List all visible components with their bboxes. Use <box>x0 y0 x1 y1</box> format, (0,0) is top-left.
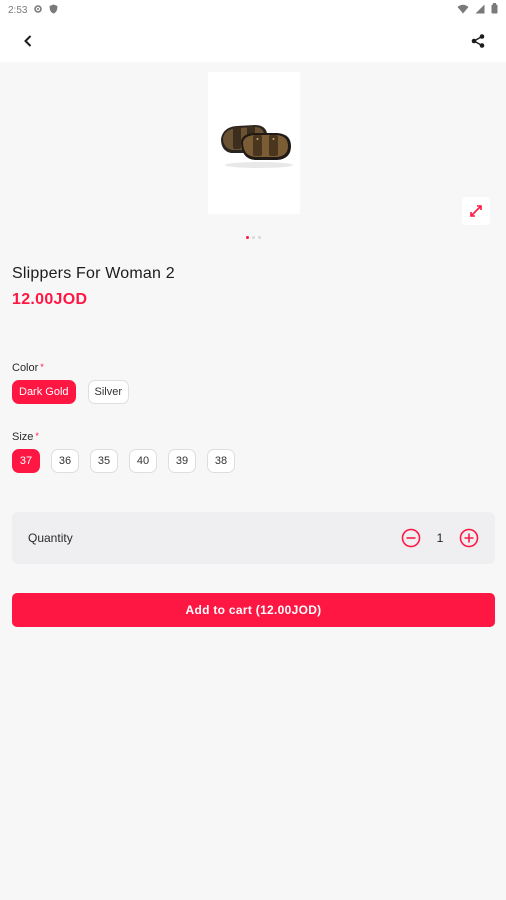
size-option-38[interactable]: 38 <box>207 449 235 473</box>
shield-status-icon <box>49 4 58 17</box>
size-option-39[interactable]: 39 <box>168 449 196 473</box>
size-option-35[interactable]: 35 <box>90 449 118 473</box>
size-options: 37 36 35 40 39 38 <box>12 449 235 473</box>
plus-circle-icon <box>459 528 479 548</box>
color-option-silver[interactable]: Silver <box>87 380 130 404</box>
share-icon <box>471 34 485 48</box>
add-to-cart-button[interactable]: Add to cart (12.00JOD) <box>12 593 495 627</box>
size-option-37[interactable]: 37 <box>12 449 40 473</box>
color-options: Dark Gold Silver <box>12 380 130 404</box>
size-option-40[interactable]: 40 <box>129 449 157 473</box>
color-option-dark-gold[interactable]: Dark Gold <box>12 380 76 404</box>
decrease-quantity-button[interactable] <box>401 528 421 548</box>
required-mark: * <box>35 431 39 441</box>
quantity-value: 1 <box>436 531 444 545</box>
battery-icon <box>491 3 498 17</box>
color-label: Color <box>12 362 39 374</box>
minus-circle-icon <box>401 528 421 548</box>
back-button[interactable] <box>14 27 42 55</box>
app-bar <box>0 20 506 62</box>
chevron-left-icon <box>24 35 32 47</box>
settings-status-icon <box>33 4 43 17</box>
wifi-icon <box>457 4 469 17</box>
expand-icon <box>470 205 482 217</box>
size-label-row: Size * <box>12 431 39 443</box>
product-image[interactable] <box>208 72 300 214</box>
fullscreen-button[interactable] <box>462 197 490 225</box>
size-label: Size <box>12 431 34 443</box>
status-right <box>457 3 498 17</box>
signal-icon <box>475 4 485 17</box>
pager-dot-active <box>246 236 249 239</box>
color-label-row: Color * <box>12 362 44 374</box>
image-pager-dots <box>246 236 261 239</box>
size-option-36[interactable]: 36 <box>51 449 79 473</box>
slipper-image <box>221 125 293 168</box>
pager-dot <box>258 236 261 239</box>
quantity-stepper: Quantity 1 <box>12 512 495 564</box>
status-time: 2:53 <box>8 4 28 16</box>
required-mark: * <box>40 362 44 372</box>
status-bar: 2:53 <box>0 0 506 20</box>
quantity-label: Quantity <box>28 531 73 545</box>
quantity-controls: 1 <box>401 528 479 548</box>
increase-quantity-button[interactable] <box>459 528 479 548</box>
share-button[interactable] <box>464 27 492 55</box>
product-title: Slippers For Woman 2 <box>12 265 175 282</box>
pager-dot <box>252 236 255 239</box>
product-price: 12.00JOD <box>12 291 88 308</box>
status-left: 2:53 <box>8 4 58 17</box>
